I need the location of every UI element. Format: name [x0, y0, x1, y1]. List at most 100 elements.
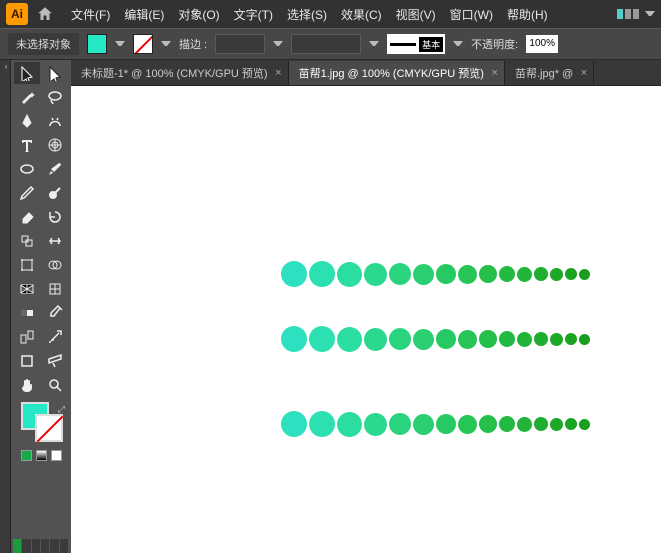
screen-mode-4[interactable] — [41, 539, 50, 553]
screen-mode-3[interactable] — [32, 539, 41, 553]
blend-circle[interactable] — [550, 333, 563, 346]
blend-circle[interactable] — [534, 267, 548, 281]
screen-mode-1[interactable] — [13, 539, 22, 553]
blend-circle[interactable] — [499, 266, 515, 282]
menu-help[interactable]: 帮助(H) — [500, 6, 555, 23]
blend-circle[interactable] — [389, 328, 411, 350]
screen-mode-2[interactable] — [22, 539, 31, 553]
blend-circle[interactable] — [565, 418, 577, 430]
pencil-tool[interactable] — [14, 182, 40, 204]
menu-view[interactable]: 视图(V) — [389, 6, 443, 23]
screen-mode-5[interactable] — [50, 539, 59, 553]
stroke-weight-input[interactable] — [215, 34, 265, 54]
blend-circle[interactable] — [534, 417, 548, 431]
direct-select-tool[interactable] — [42, 62, 68, 84]
curvature-tool[interactable] — [42, 110, 68, 132]
perspective-grid-tool[interactable] — [14, 278, 40, 300]
dot-row[interactable] — [281, 261, 590, 287]
canvas[interactable] — [71, 86, 661, 553]
blend-circle[interactable] — [517, 267, 532, 282]
menu-effect[interactable]: 效果(C) — [334, 6, 389, 23]
blend-circle[interactable] — [413, 329, 434, 350]
blend-circle[interactable] — [309, 326, 335, 352]
menu-window[interactable]: 窗口(W) — [443, 6, 500, 23]
blend-circle[interactable] — [499, 331, 515, 347]
free-transform-tool[interactable] — [14, 254, 40, 276]
blend-circle[interactable] — [413, 264, 434, 285]
menu-edit[interactable]: 编辑(E) — [117, 6, 171, 23]
stroke-weight-dropdown-icon[interactable] — [273, 41, 283, 47]
type-tool[interactable] — [14, 134, 40, 156]
mesh-tool[interactable] — [42, 278, 68, 300]
screen-mode-6[interactable] — [60, 539, 69, 553]
blend-circle[interactable] — [281, 261, 307, 287]
document-tab[interactable]: 未标题-1* @ 100% (CMYK/GPU 预览)× — [71, 61, 289, 85]
brush-style[interactable]: 基本 — [387, 34, 445, 54]
blend-tool[interactable] — [14, 326, 40, 348]
polar-grid-tool[interactable] — [42, 134, 68, 156]
blend-circle[interactable] — [550, 418, 563, 431]
blend-circle[interactable] — [479, 330, 497, 348]
close-tab-icon[interactable]: × — [492, 67, 498, 79]
home-icon[interactable] — [36, 5, 54, 23]
blend-circle[interactable] — [436, 414, 456, 434]
ellipse-tool[interactable] — [14, 158, 40, 180]
left-gutter[interactable]: ‹‹ — [0, 60, 11, 553]
stroke-color-swatch[interactable] — [133, 34, 153, 54]
pen-tool[interactable] — [14, 110, 40, 132]
blend-circle[interactable] — [337, 262, 362, 287]
dot-row[interactable] — [281, 326, 590, 352]
brush-dropdown-icon[interactable] — [453, 41, 463, 47]
lasso-tool[interactable] — [42, 86, 68, 108]
eraser-tool[interactable] — [14, 206, 40, 228]
close-tab-icon[interactable]: × — [275, 67, 281, 79]
menu-text[interactable]: 文字(T) — [227, 6, 280, 23]
swap-colors-icon[interactable]: ⤢ — [58, 404, 65, 415]
stroke-profile-input[interactable] — [291, 34, 361, 54]
menu-object[interactable]: 对象(O) — [171, 6, 226, 23]
blend-circle[interactable] — [550, 268, 563, 281]
opacity-input[interactable]: 100% — [526, 35, 558, 53]
shape-builder-tool[interactable] — [42, 254, 68, 276]
blend-circle[interactable] — [389, 413, 411, 435]
dot-row[interactable] — [281, 411, 590, 437]
blend-circle[interactable] — [479, 265, 497, 283]
width-tool[interactable] — [42, 230, 68, 252]
close-tab-icon[interactable]: × — [581, 67, 587, 79]
selection-tool[interactable] — [14, 62, 40, 84]
blend-circle[interactable] — [436, 329, 456, 349]
blend-circle[interactable] — [565, 333, 577, 345]
stroke-dropdown-icon[interactable] — [161, 41, 171, 47]
fill-color-swatch[interactable] — [87, 34, 107, 54]
blend-circle[interactable] — [436, 264, 456, 284]
blend-circle[interactable] — [579, 269, 590, 280]
background-swatch[interactable] — [35, 414, 63, 442]
blend-circle[interactable] — [364, 328, 387, 351]
scale-tool[interactable] — [14, 230, 40, 252]
menu-select[interactable]: 选择(S) — [280, 6, 334, 23]
stroke-profile-dropdown-icon[interactable] — [369, 41, 379, 47]
blend-circle[interactable] — [337, 327, 362, 352]
blend-circle[interactable] — [364, 263, 387, 286]
blend-circle[interactable] — [534, 332, 548, 346]
menu-file[interactable]: 文件(F) — [64, 6, 117, 23]
blend-circle[interactable] — [579, 419, 590, 430]
none-mode[interactable] — [51, 450, 62, 461]
blend-circle[interactable] — [281, 326, 307, 352]
blend-circle[interactable] — [479, 415, 497, 433]
blend-circle[interactable] — [364, 413, 387, 436]
fill-dropdown-icon[interactable] — [115, 41, 125, 47]
blend-circle[interactable] — [499, 416, 515, 432]
document-tab[interactable]: 苗帮1.jpg @ 100% (CMYK/GPU 预览)× — [289, 61, 505, 85]
color-swatch-area[interactable]: ⤢ — [13, 402, 69, 444]
slice-tool[interactable] — [42, 350, 68, 372]
artboard-tool[interactable] — [14, 350, 40, 372]
paintbrush-tool[interactable] — [42, 158, 68, 180]
blend-circle[interactable] — [458, 265, 477, 284]
blend-circle[interactable] — [458, 330, 477, 349]
magic-wand-tool[interactable] — [14, 86, 40, 108]
gradient-tool[interactable] — [14, 302, 40, 324]
eyedropper-tool[interactable] — [42, 302, 68, 324]
blend-circle[interactable] — [517, 332, 532, 347]
zoom-tool[interactable] — [42, 374, 68, 396]
